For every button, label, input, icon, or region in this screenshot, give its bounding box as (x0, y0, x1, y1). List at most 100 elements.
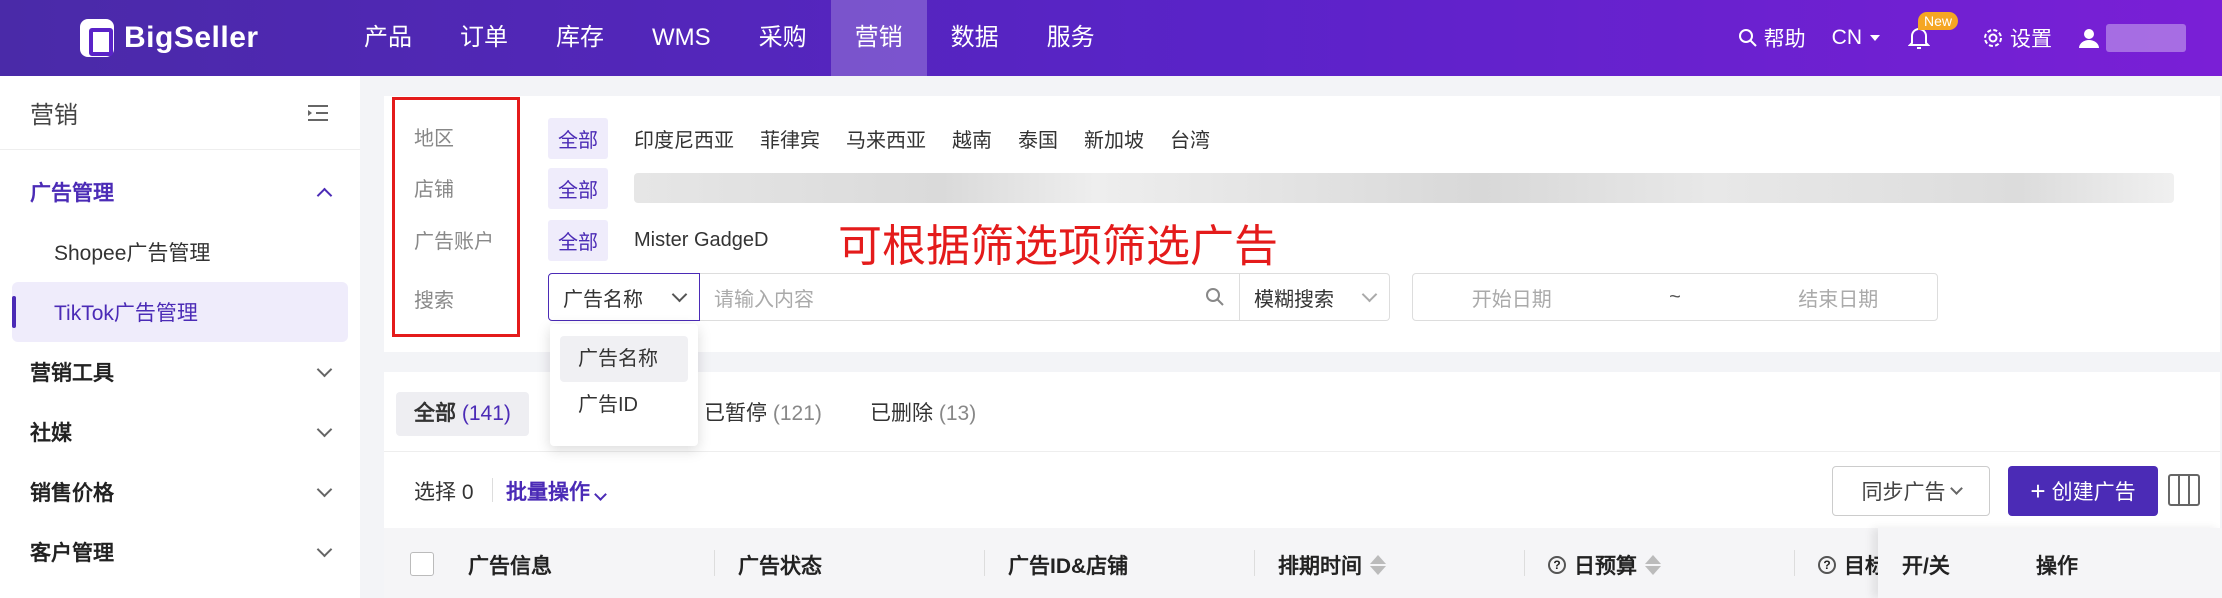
date-range-picker[interactable]: 开始日期 ~ 结束日期 (1412, 273, 1938, 321)
region-chip-all[interactable]: 全部 (548, 117, 608, 159)
region-chip-singapore[interactable]: 新加坡 (1084, 124, 1144, 153)
sidebar-group-label: 营销工具 (30, 362, 114, 385)
end-date-placeholder[interactable]: 结束日期 (1798, 283, 1878, 312)
store-chip-all[interactable]: 全部 (548, 167, 608, 209)
tab-count: (141) (461, 402, 511, 425)
col-target: ? 目标 (1818, 550, 1886, 580)
col-divider (1524, 550, 1525, 576)
new-badge: New (1918, 12, 1959, 30)
sort-icon[interactable] (1370, 555, 1386, 575)
nav-item-services[interactable]: 服务 (1023, 0, 1119, 76)
col-daily-budget-label: 日预算 (1574, 555, 1637, 578)
col-daily-budget[interactable]: ? 日预算 (1548, 550, 1661, 580)
nav-item-products[interactable]: 产品 (340, 0, 436, 76)
nav-item-wms[interactable]: WMS (628, 0, 735, 76)
chevron-down-icon (316, 481, 333, 497)
sidebar-group-customers[interactable]: 客户管理 (0, 522, 360, 582)
nav-item-inventory[interactable]: 库存 (532, 0, 628, 76)
nav-item-marketing[interactable]: 营销 (830, 0, 927, 76)
language-selector[interactable]: CN (1832, 26, 1882, 50)
sidebar-group-label: 客户管理 (30, 542, 114, 565)
region-filter-row: 全部 印度尼西亚 菲律宾 马来西亚 越南 泰国 新加坡 台湾 (548, 117, 1210, 159)
region-chip-philippines[interactable]: 菲律宾 (760, 124, 820, 153)
sidebar-group-ads[interactable]: 广告管理 (0, 162, 360, 222)
annotation-text: 可根据筛选项筛选广告 (838, 222, 1278, 271)
sidebar-item-tiktok-ads[interactable]: TikTok广告管理 (12, 282, 348, 342)
top-nav-bar: BigSeller 产品 订单 库存 WMS 采购 营销 数据 服务 帮助 CN… (0, 0, 2222, 76)
region-chip-vietnam[interactable]: 越南 (952, 124, 992, 153)
help-link[interactable]: 帮助 (1738, 23, 1806, 53)
settings-link[interactable]: 设置 (1982, 23, 2052, 53)
search-input[interactable]: 请输入内容 (700, 273, 1240, 321)
account-filter-row: 全部 Mister GadgeD (548, 219, 769, 261)
nav-item-orders[interactable]: 订单 (436, 0, 532, 76)
annotation-highlight-box (392, 97, 520, 337)
create-ad-label: 创建广告 (2051, 481, 2136, 504)
col-schedule[interactable]: 排期时间 (1278, 550, 1386, 580)
region-chip-taiwan[interactable]: 台湾 (1170, 124, 1210, 153)
nav-item-purchase[interactable]: 采购 (735, 0, 831, 76)
sidebar-item-shopee-ads[interactable]: Shopee广告管理 (0, 222, 360, 282)
sort-icon[interactable] (1645, 555, 1661, 575)
create-ad-button[interactable]: + 创建广告 (2008, 466, 2158, 516)
collapse-menu-icon[interactable] (306, 103, 330, 123)
date-separator: ~ (1669, 285, 1681, 308)
select-all-checkbox[interactable] (410, 552, 434, 576)
col-actions: 操作 (2036, 555, 2078, 578)
sync-ads-label: 同步广告 (1861, 481, 1946, 504)
tab-deleted[interactable]: 已删除 (13) (852, 392, 994, 436)
sidebar-group-label: 广告管理 (30, 182, 114, 205)
chevron-up-icon (316, 187, 333, 203)
search-field-select[interactable]: 广告名称 (548, 273, 700, 321)
language-label: CN (1831, 26, 1862, 49)
user-menu[interactable] (2078, 24, 2186, 52)
chevron-down-icon (1949, 481, 1963, 495)
chevron-down-icon (316, 421, 333, 437)
sidebar-group-label: 销售价格 (30, 482, 114, 505)
filter-label-search: 搜索 (414, 290, 454, 312)
tab-paused[interactable]: 已暂停 (121) (686, 392, 840, 436)
col-divider (714, 550, 715, 576)
sidebar-group-pricing[interactable]: 销售价格 (0, 462, 360, 522)
region-chip-indonesia[interactable]: 印度尼西亚 (634, 124, 734, 153)
account-chip-mister-gadged[interactable]: Mister GadgeD (634, 229, 769, 252)
settings-label: 设置 (2010, 28, 2052, 51)
col-divider (1254, 550, 1255, 576)
gear-icon (1984, 29, 2002, 47)
tab-all[interactable]: 全部 (141) (396, 392, 529, 436)
region-chip-thailand[interactable]: 泰国 (1018, 124, 1058, 153)
notifications-button[interactable]: New (1908, 12, 1959, 50)
col-ad-info: 广告信息 (468, 555, 552, 578)
brand-logo[interactable]: BigSeller (80, 18, 259, 58)
sidebar-group-marketing-tools[interactable]: 营销工具 (0, 342, 360, 402)
toolbar-divider (492, 478, 493, 502)
tab-label: 已暂停 (704, 402, 767, 425)
filter-label-account: 广告账户 (414, 231, 494, 253)
account-chip-all[interactable]: 全部 (548, 219, 608, 261)
sync-ads-button[interactable]: 同步广告 (1832, 466, 1990, 516)
match-mode-select[interactable]: 模糊搜索 (1240, 273, 1390, 321)
user-name-redacted (2106, 24, 2186, 52)
chevron-down-icon (1361, 286, 1378, 302)
sidebar-group-social[interactable]: 社媒 (0, 402, 360, 462)
nav-item-data[interactable]: 数据 (927, 0, 1023, 76)
tab-count: (121) (772, 402, 822, 425)
dropdown-option-ad-id[interactable]: 广告ID (560, 382, 688, 428)
help-circle-icon[interactable]: ? (1548, 556, 1566, 574)
sidebar: 营销 广告管理 Shopee广告管理 TikTok广告管理 营销工具 社媒 销售… (0, 76, 360, 598)
col-schedule-label: 排期时间 (1278, 555, 1362, 578)
help-circle-icon[interactable]: ? (1818, 556, 1836, 574)
dropdown-option-ad-name[interactable]: 广告名称 (560, 336, 688, 382)
chevron-down-icon (316, 541, 333, 557)
col-divider (984, 550, 985, 576)
top-right-tools: 帮助 CN New 设置 (1738, 0, 2186, 76)
batch-actions-button[interactable]: 批量操作 (506, 476, 607, 506)
search-icon[interactable] (1205, 287, 1225, 307)
main-nav: 产品 订单 库存 WMS 采购 营销 数据 服务 (340, 0, 1119, 76)
start-date-placeholder[interactable]: 开始日期 (1472, 283, 1552, 312)
region-chip-malaysia[interactable]: 马来西亚 (846, 124, 926, 153)
search-icon (1738, 29, 1757, 47)
user-icon (2079, 29, 2099, 48)
tab-label: 全部 (414, 402, 456, 425)
column-settings-icon[interactable] (2168, 474, 2200, 506)
